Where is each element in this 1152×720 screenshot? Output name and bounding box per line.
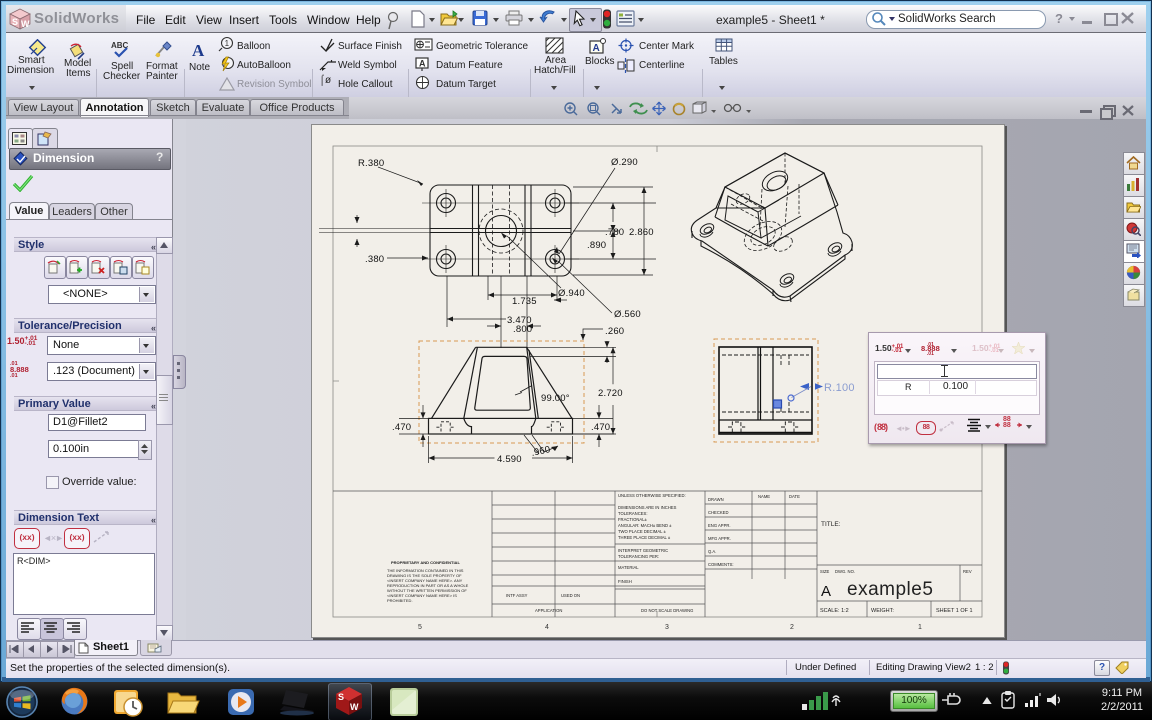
svg-text:2: 2 [790, 624, 794, 631]
svg-text:.470: .470 [392, 422, 411, 433]
svg-text:3: 3 [665, 624, 669, 631]
svg-text:ANGULAR: MACH± BEND ±: ANGULAR: MACH± BEND ± [618, 523, 672, 528]
svg-text:1.735: 1.735 [512, 296, 537, 307]
svg-text:SCALE: 1:2: SCALE: 1:2 [820, 608, 849, 614]
svg-text:INTERPRET GEOMETRIC: INTERPRET GEOMETRIC [618, 548, 668, 553]
svg-text:TITLE:: TITLE: [821, 521, 841, 528]
svg-text:.890: .890 [587, 240, 606, 251]
svg-text:Ø.940: Ø.940 [558, 288, 585, 299]
svg-text:.470: .470 [591, 422, 610, 433]
svg-text:FRACTIONAL±: FRACTIONAL± [618, 517, 648, 522]
svg-text:W: W [350, 702, 359, 712]
svg-text:FINISH: FINISH [618, 579, 632, 584]
svg-text:.380: .380 [365, 254, 384, 265]
svg-text:PROHIBITED.: PROHIBITED. [387, 598, 413, 603]
svg-text:.780: .780 [605, 227, 624, 238]
svg-text:Ø.290: Ø.290 [611, 157, 638, 168]
svg-text:A: A [593, 43, 600, 54]
svg-text:SHEET 1 OF 1: SHEET 1 OF 1 [936, 608, 973, 614]
svg-text:R.100: R.100 [824, 382, 855, 394]
svg-text:.800: .800 [513, 324, 532, 335]
svg-text:1: 1 [918, 624, 922, 631]
svg-text:ENG APPR.: ENG APPR. [708, 523, 731, 528]
svg-text:DRAWN: DRAWN [708, 497, 724, 502]
svg-text:Q.A.: Q.A. [708, 549, 716, 554]
svg-text:Ø.560: Ø.560 [614, 309, 641, 320]
svg-text:WEIGHT:: WEIGHT: [871, 608, 894, 614]
svg-text:A: A [419, 59, 426, 69]
svg-text:CHECKED: CHECKED [708, 510, 728, 515]
svg-text:DWG. NO.: DWG. NO. [835, 569, 855, 574]
svg-text:UNLESS OTHERWISE SPECIFIED:: UNLESS OTHERWISE SPECIFIED: [618, 493, 686, 498]
svg-text:2.720: 2.720 [598, 388, 623, 399]
svg-text:W: W [21, 19, 30, 29]
svg-text:.260: .260 [605, 326, 624, 337]
svg-text:4.590: 4.590 [497, 454, 522, 465]
svg-text:.960: .960 [530, 444, 551, 459]
svg-text:PROPRIETARY AND CONFIDENTIAL: PROPRIETARY AND CONFIDENTIAL [391, 560, 460, 565]
svg-text:example5: example5 [847, 579, 933, 600]
svg-text:COMMENTS:: COMMENTS: [708, 562, 734, 567]
svg-text:MFG APPR.: MFG APPR. [708, 536, 731, 541]
svg-text:THREE PLACE DECIMAL ±: THREE PLACE DECIMAL ± [618, 535, 671, 540]
svg-text:R.380: R.380 [358, 158, 384, 169]
svg-text:USED ON: USED ON [561, 593, 580, 598]
svg-text:1: 1 [225, 39, 230, 48]
svg-text:4: 4 [545, 624, 549, 631]
svg-text:TOLERANCING PER:: TOLERANCING PER: [618, 554, 659, 559]
svg-text:SIZE: SIZE [820, 569, 830, 574]
svg-text:DIMENSIONS ARE IN INCHES: DIMENSIONS ARE IN INCHES [618, 505, 677, 510]
svg-text:NAME: NAME [758, 494, 770, 499]
svg-text:2.860: 2.860 [629, 227, 654, 238]
svg-text:TWO PLACE DECIMAL ±: TWO PLACE DECIMAL ± [618, 529, 666, 534]
svg-text:S: S [338, 692, 344, 702]
svg-text:APPLICATION: APPLICATION [535, 608, 562, 613]
svg-text:REV: REV [963, 569, 972, 574]
svg-text:TOLERANCES:: TOLERANCES: [618, 511, 647, 516]
svg-text:DO NOT SCALE DRAWING: DO NOT SCALE DRAWING [641, 608, 693, 613]
svg-text:INTF ASSY: INTF ASSY [506, 593, 528, 598]
svg-text:5: 5 [418, 624, 422, 631]
svg-text:99.00°: 99.00° [541, 393, 570, 404]
svg-text:MATERIAL: MATERIAL [618, 565, 639, 570]
svg-text:S: S [12, 17, 18, 27]
svg-text:DATE: DATE [789, 494, 800, 499]
svg-text:A: A [821, 583, 831, 600]
